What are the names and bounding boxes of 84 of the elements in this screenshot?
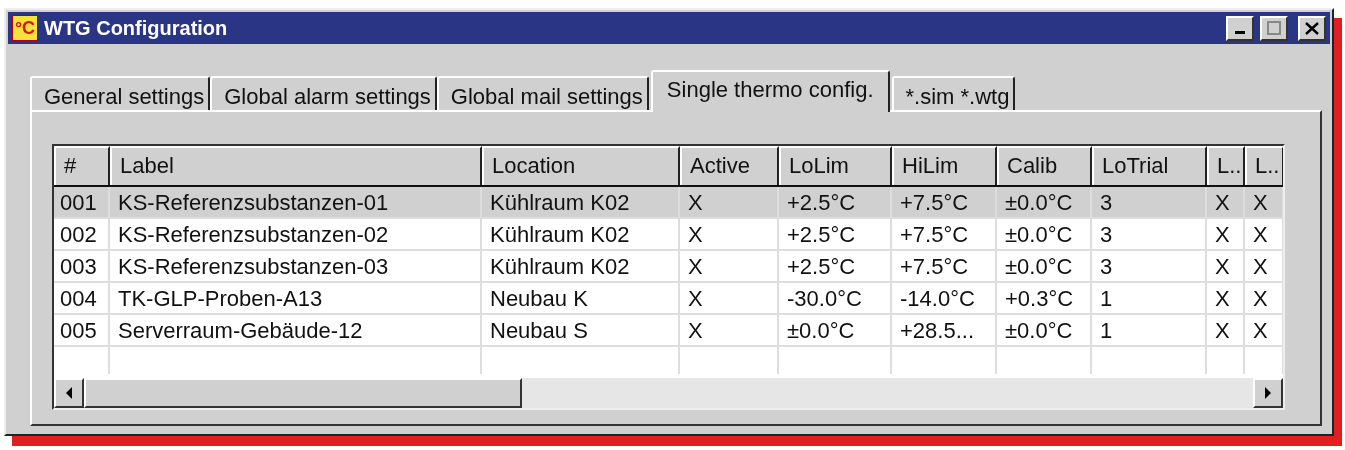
table-cell: +7.5°C [892,251,997,281]
table-cell: KS-Referenzsubstanzen-02 [110,219,482,249]
table-row[interactable]: 004 TK-GLP-Proben-A13 Neubau K X -30.0°C -14.0°C +0.3°C 1 X X [54,283,1283,315]
table-cell: 1 [1092,315,1207,345]
table-cell: X [680,283,779,313]
table-cell: Neubau S [482,315,680,345]
table-cell: +2.5°C [779,219,892,249]
tab[interactable]: Global alarm settings [210,76,437,112]
tab[interactable]: Global mail settings [436,76,649,112]
table-cell: -14.0°C [892,283,997,313]
table-cell: X [1207,315,1245,345]
table-cell: Kühlraum K02 [482,251,680,281]
column-header[interactable]: L.. [1207,146,1245,185]
close-button[interactable] [1298,15,1326,41]
table-cell: ±0.0°C [997,219,1092,249]
tab[interactable]: *.sim *.wtg [891,76,1016,112]
minimize-icon [1235,31,1245,34]
table-cell: KS-Referenzsubstanzen-03 [110,251,482,281]
horizontal-scrollbar[interactable] [54,378,1283,408]
tab[interactable]: General settings [30,76,211,112]
column-header[interactable]: Label [110,146,482,185]
minimize-button[interactable] [1226,15,1254,41]
table-cell: TK-GLP-Proben-A13 [110,283,482,313]
scroll-thumb[interactable] [84,378,522,408]
table-cell: X [680,219,779,249]
table-row[interactable]: 005 Serverraum-Gebäude-12 Neubau S X ±0.0°C +28.5... ±0.0°C 1 X X [54,315,1283,347]
table-cell: X [680,251,779,281]
table-cell: X [1245,219,1283,249]
table-cell: 002 [54,219,110,249]
table-cell: ±0.0°C [779,315,892,345]
column-header[interactable]: # [54,146,110,185]
column-header[interactable]: HiLim [892,146,997,185]
table-cell: X [1207,283,1245,313]
app-icon: °C [12,15,38,41]
table-cell: 004 [54,283,110,313]
table-cell: Kühlraum K02 [482,219,680,249]
table-cell: ±0.0°C [997,187,1092,217]
table-cell: +7.5°C [892,219,997,249]
column-header[interactable]: Active [680,146,779,185]
table-row[interactable]: 001 KS-Referenzsubstanzen-01 Kühlraum K02 X +2.5°C +7.5°C ±0.0°C 3 X X [54,187,1283,219]
table-cell: +7.5°C [892,187,997,217]
column-header[interactable]: L.. [1245,146,1283,185]
table-cell: X [680,315,779,345]
table-cell: KS-Referenzsubstanzen-01 [110,187,482,217]
table-cell: X [1245,283,1283,313]
column-header[interactable]: Calib [997,146,1092,185]
table-cell: +2.5°C [779,187,892,217]
scroll-right-button[interactable] [1253,378,1283,408]
table-cell: 001 [54,187,110,217]
table-cell: X [680,187,779,217]
table-cell: -30.0°C [779,283,892,313]
table-cell: X [1245,315,1283,345]
tab[interactable]: Single thermo config. [650,70,890,112]
table-cell: +28.5... [892,315,997,345]
table-cell: X [1207,219,1245,249]
table-cell: 003 [54,251,110,281]
table-cell: +2.5°C [779,251,892,281]
right-arrow-icon [1264,387,1272,399]
scroll-left-button[interactable] [54,378,84,408]
table-cell: 005 [54,315,110,345]
column-header[interactable]: LoLim [779,146,892,185]
column-header[interactable]: LoTrial [1092,146,1207,185]
close-icon [1305,21,1319,35]
table-cell: +0.3°C [997,283,1092,313]
table-cell: Kühlraum K02 [482,187,680,217]
table-cell: X [1245,251,1283,281]
table-cell: X [1245,187,1283,217]
table-cell: ±0.0°C [997,315,1092,345]
table-cell: 3 [1092,187,1207,217]
maximize-button[interactable] [1260,15,1288,41]
left-arrow-icon [65,387,73,399]
table-row[interactable]: 002 KS-Referenzsubstanzen-02 Kühlraum K02 X +2.5°C +7.5°C ±0.0°C 3 X X [54,219,1283,251]
window-title: WTG Configuration [44,16,228,40]
table-cell: 3 [1092,219,1207,249]
table-cell: 3 [1092,251,1207,281]
table-cell: X [1207,187,1245,217]
table-cell: ±0.0°C [997,251,1092,281]
table-row[interactable]: 003 KS-Referenzsubstanzen-03 Kühlraum K02 X +2.5°C +7.5°C ±0.0°C 3 X X [54,251,1283,283]
table-cell: Neubau K [482,283,680,313]
table-cell: 1 [1092,283,1207,313]
column-header[interactable]: Location [482,146,680,185]
maximize-icon [1267,21,1281,35]
table-cell: Serverraum-Gebäude-12 [110,315,482,345]
table-cell: X [1207,251,1245,281]
